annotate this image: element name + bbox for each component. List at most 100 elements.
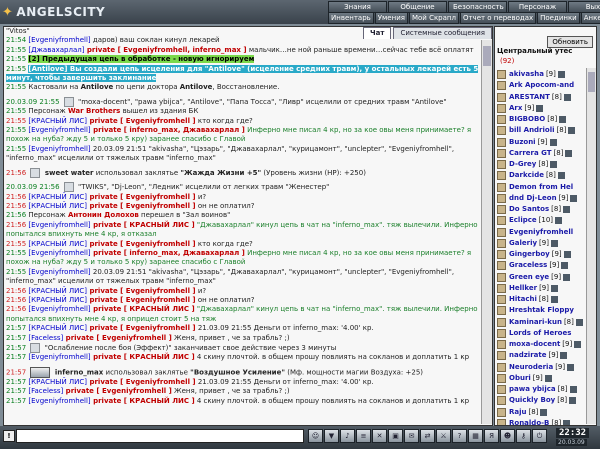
message-author[interactable]: [Evgeniyfromhell]	[28, 36, 90, 44]
online-user[interactable]: nadzirate [9]	[497, 350, 583, 361]
user-name[interactable]: Hreshtak Floppy	[509, 305, 574, 316]
message-author[interactable]: [Evgeniyfromhell]	[28, 268, 90, 276]
online-user[interactable]: Hellker [9]	[497, 283, 583, 294]
user-name[interactable]: Hellker	[509, 283, 537, 294]
online-user[interactable]: Gingerboy [9]	[497, 249, 583, 260]
user-name[interactable]: Ark Apocom-and	[509, 80, 574, 91]
online-user[interactable]: Demon from Hel	[497, 182, 583, 193]
tab-chat[interactable]: Чат	[363, 27, 392, 39]
submenu-fights[interactable]: Поединки	[537, 12, 580, 24]
online-user[interactable]: ARESTANT [8]	[497, 92, 583, 103]
online-user[interactable]: Green eye [9]	[497, 272, 583, 283]
user-name[interactable]: bill Andrioli	[509, 125, 555, 136]
message-author[interactable]: [Evgeniyfromhell]	[28, 126, 90, 134]
user-name[interactable]: akivasha	[509, 69, 544, 80]
online-user[interactable]: Oburi [9]	[497, 373, 583, 384]
online-user[interactable]: Hreshtak Floppy	[497, 305, 583, 316]
user-info-icon[interactable]	[575, 318, 583, 326]
online-user[interactable]: Darkcide [8]	[497, 170, 583, 181]
translit-icon[interactable]: Я	[484, 429, 499, 443]
user-name[interactable]: Buzoni	[509, 137, 536, 148]
user-name[interactable]: D-Grey	[509, 159, 536, 170]
user-info-icon[interactable]	[550, 296, 558, 304]
chat-icon[interactable]: ✉	[404, 429, 419, 443]
message-author[interactable]: [КРАСНЫЙ ЛИС]	[28, 324, 87, 332]
message-author[interactable]: [Evgeniyfromhell]	[28, 221, 90, 229]
submenu-skills[interactable]: Умения	[374, 12, 408, 24]
user-info-icon[interactable]	[567, 363, 575, 371]
user-info-icon[interactable]	[569, 386, 577, 394]
user-info-icon[interactable]	[563, 206, 571, 214]
online-user[interactable]: Hitachi [8]	[497, 294, 583, 305]
online-user[interactable]: D-Grey [8]	[497, 159, 583, 170]
message-author[interactable]: [КРАСНЫЙ ЛИС]	[28, 296, 87, 304]
online-user[interactable]: dnd Dj-Leon [9]	[497, 193, 583, 204]
message-author[interactable]: [Faceless]	[28, 387, 63, 395]
exit-icon[interactable]: ⏻	[532, 429, 547, 443]
scroll-icon[interactable]: ≡	[356, 429, 371, 443]
online-user[interactable]: akivasha [9]	[497, 69, 583, 80]
user-info-icon[interactable]	[574, 341, 582, 349]
online-user[interactable]: Evgeniyfromhell	[497, 227, 583, 238]
user-name[interactable]: moxa-docent	[509, 339, 560, 350]
submenu-my-scrapl[interactable]: Мой Скрапл	[408, 12, 459, 24]
user-name[interactable]: Oburi	[509, 373, 531, 384]
user-info-icon[interactable]	[551, 284, 558, 292]
user-name[interactable]: Eclipce	[509, 215, 537, 226]
user-info-icon[interactable]	[549, 138, 557, 146]
online-user[interactable]: Ark Apocom-and	[497, 80, 583, 91]
online-user[interactable]: BIGBOBO [8]	[497, 114, 583, 125]
user-name[interactable]: ARESTANT	[509, 92, 550, 103]
user-name[interactable]: dnd Dj-Leon	[509, 193, 557, 204]
online-user[interactable]: Lords of Heroes	[497, 328, 583, 339]
message-author[interactable]: [Faceless]	[28, 334, 63, 342]
online-user[interactable]: Raju [8]	[497, 407, 583, 418]
message-author[interactable]: [Evgeniyfromhell]	[28, 353, 90, 361]
user-name[interactable]: Gingerboy	[509, 249, 550, 260]
key-icon[interactable]: ⚷	[516, 429, 531, 443]
submenu-profile[interactable]: Анкета	[580, 12, 600, 24]
user-info-icon[interactable]	[540, 408, 548, 416]
help-icon[interactable]: ?	[452, 429, 467, 443]
filter-icon[interactable]: ▼	[324, 429, 339, 443]
user-info-icon[interactable]	[550, 161, 558, 169]
online-user[interactable]: Ronaldo-B [8]	[497, 418, 583, 425]
user-name[interactable]: Raju	[509, 407, 527, 418]
tab-system-messages[interactable]: Системные сообщения	[393, 27, 492, 39]
online-user[interactable]: bill Andrioli [8]	[497, 125, 583, 136]
submenu-inventory[interactable]: Инвентарь	[328, 12, 374, 24]
user-info-icon[interactable]	[550, 239, 558, 247]
user-info-icon[interactable]	[555, 217, 563, 225]
user-info-icon[interactable]	[563, 93, 571, 101]
bag-icon[interactable]: ▣	[388, 429, 403, 443]
message-author[interactable]: [КРАСНЫЙ ЛИС]	[28, 202, 87, 210]
online-user[interactable]: Arx [9]	[497, 103, 583, 114]
userlist-scrollbar[interactable]	[586, 68, 596, 424]
message-author[interactable]: [Evgeniyfromhell]	[28, 145, 90, 153]
online-user[interactable]: Neuroderia [9]	[497, 362, 583, 373]
user-name[interactable]: BIGBOBO	[509, 114, 545, 125]
user-name[interactable]: nadzirate	[509, 350, 546, 361]
online-user[interactable]: Graceless [9]	[497, 260, 583, 271]
user-info-icon[interactable]	[565, 149, 573, 157]
user-info-icon[interactable]	[557, 71, 565, 79]
user-name[interactable]: Lords of Heroes	[509, 328, 571, 339]
user-name[interactable]: Ronaldo-B	[509, 418, 549, 425]
user-info-icon[interactable]	[536, 104, 544, 112]
user-info-icon[interactable]	[559, 116, 567, 124]
online-user[interactable]: Eclipce [10]	[497, 215, 583, 226]
online-user[interactable]: pawa ybijca [8]	[497, 384, 583, 395]
trade-icon[interactable]: ⇄	[420, 429, 435, 443]
user-name[interactable]: Green eye	[509, 272, 549, 283]
userlist-scroll-thumb[interactable]	[588, 72, 595, 92]
message-author[interactable]: [КРАСНЫЙ ЛИС]	[28, 193, 87, 201]
user-name[interactable]: Graceless	[509, 260, 547, 271]
user-info-icon[interactable]	[563, 251, 571, 259]
message-author[interactable]: [КРАСНЫЙ ЛИС]	[28, 287, 87, 295]
online-user[interactable]: moxa-docent [9]	[497, 339, 583, 350]
user-name[interactable]: Evgeniyfromhell	[509, 227, 573, 238]
user-name[interactable]: Arx	[509, 103, 522, 114]
user-name[interactable]: Carrera GT	[509, 148, 552, 159]
user-name[interactable]: Quickly Boy	[509, 395, 555, 406]
user-name[interactable]: Hitachi	[509, 294, 537, 305]
